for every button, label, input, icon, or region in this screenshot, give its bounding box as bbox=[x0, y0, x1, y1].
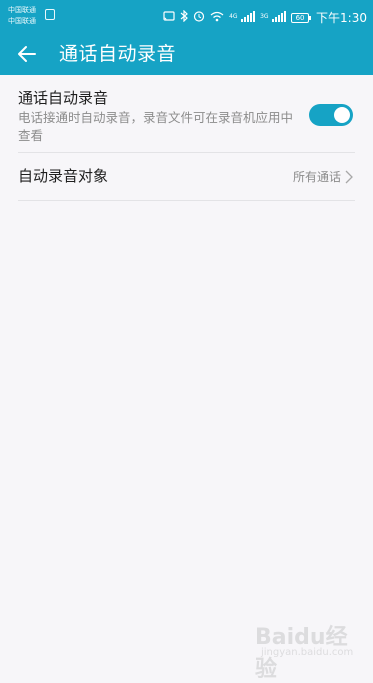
toggle-knob bbox=[334, 107, 350, 123]
auto-record-title: 通话自动录音 bbox=[18, 89, 109, 107]
network-1-label: 4G bbox=[229, 12, 238, 20]
watermark-subtext: jingyan.baidu.com bbox=[261, 647, 354, 658]
carrier-1-label: 中国联通 bbox=[8, 6, 36, 14]
status-time: 下午1:30 bbox=[316, 11, 367, 25]
signal-1-icon: 4G bbox=[229, 10, 256, 25]
back-arrow-icon bbox=[18, 46, 36, 62]
chevron-right-icon bbox=[345, 170, 353, 184]
record-target-value: 所有通话 bbox=[292, 170, 341, 184]
auto-record-description: 电话接通时自动录音，录音文件可在录音机应用中查看 bbox=[18, 110, 294, 143]
status-icons: 4G 3G 60 下午1:30 bbox=[163, 9, 367, 26]
status-bar: 中国联通 中国联通 4G 3G 60 下午1:30 bbox=[0, 0, 373, 33]
carrier-2-label: 中国联通 bbox=[8, 17, 36, 25]
record-target-setting[interactable]: 自动录音对象 所有通话 bbox=[18, 153, 355, 201]
baidu-watermark: Baidu经验 jingyan.baidu.com bbox=[255, 615, 355, 682]
sim-switch-icon bbox=[45, 9, 55, 20]
network-2-label: 3G bbox=[260, 12, 269, 20]
toolbar: 通话自动录音 bbox=[0, 33, 373, 75]
bluetooth-icon bbox=[180, 9, 188, 25]
auto-record-setting[interactable]: 通话自动录音 电话接通时自动录音，录音文件可在录音机应用中查看 bbox=[18, 86, 355, 153]
cast-icon bbox=[163, 11, 175, 24]
wifi-icon bbox=[210, 11, 224, 25]
page-title: 通话自动录音 bbox=[59, 43, 177, 65]
back-button[interactable] bbox=[10, 38, 44, 70]
battery-level: 60 bbox=[295, 13, 305, 22]
battery-icon: 60 bbox=[291, 12, 312, 23]
alarm-icon bbox=[193, 10, 205, 25]
auto-record-toggle[interactable] bbox=[309, 104, 353, 126]
signal-2-icon: 3G bbox=[260, 10, 287, 25]
carrier-names: 中国联通 中国联通 bbox=[8, 5, 36, 27]
record-target-title: 自动录音对象 bbox=[18, 167, 109, 185]
